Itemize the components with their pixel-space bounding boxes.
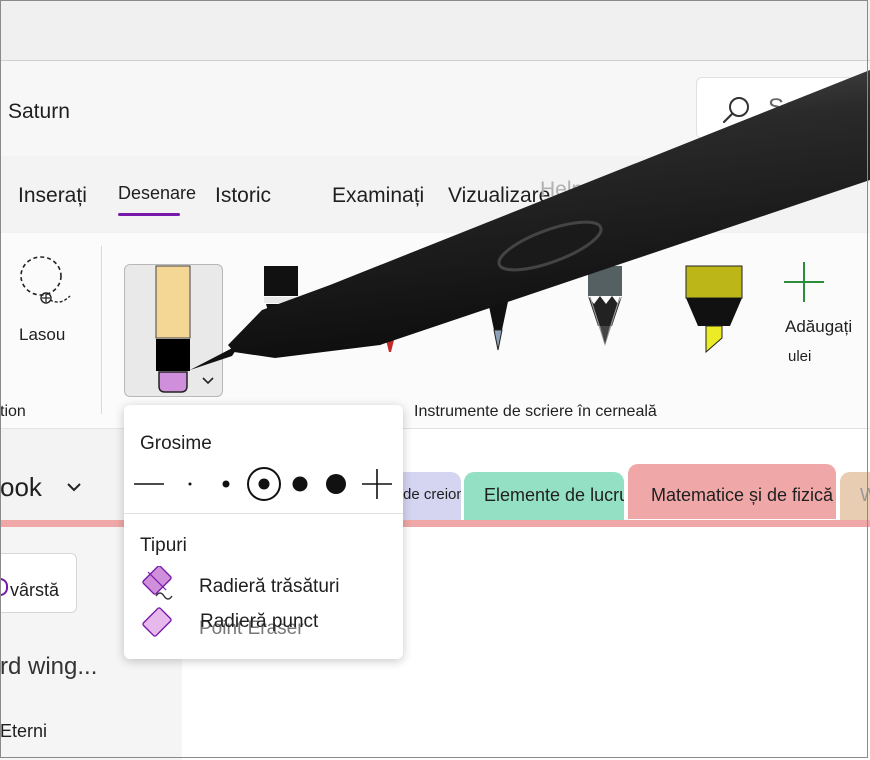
screenshot-border (0, 0, 868, 758)
